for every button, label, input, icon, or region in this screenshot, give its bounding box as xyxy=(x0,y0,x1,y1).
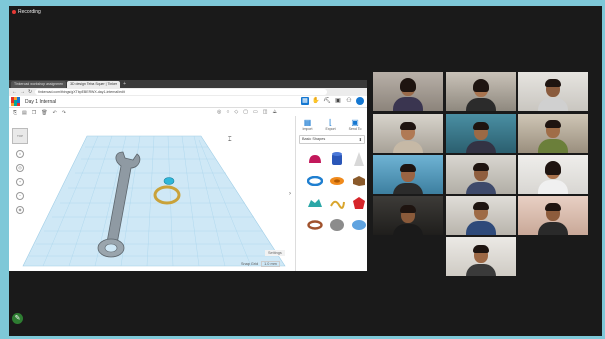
pickaxe-icon[interactable]: ⛏ xyxy=(323,97,331,105)
home-view-button[interactable]: ⌂ xyxy=(16,150,24,158)
shape-cylinder[interactable] xyxy=(328,148,346,170)
screen-share-window: Recording Tinkercad workshop assignmen 3… xyxy=(0,0,605,339)
recording-label: Recording xyxy=(18,9,41,15)
view-cube[interactable]: TOP xyxy=(12,128,28,144)
collapse-panel-icon[interactable]: › xyxy=(289,191,291,197)
browser-window: Tinkercad workshop assignmen 3D design T… xyxy=(9,80,367,271)
shape-star-box[interactable] xyxy=(350,170,367,192)
l-shape-icon: ⌊ xyxy=(328,118,333,127)
hand-icon[interactable]: ✋ xyxy=(312,97,320,105)
participant-tile[interactable] xyxy=(446,155,516,194)
send-to-tab[interactable]: ▣ Send To xyxy=(349,118,362,131)
fit-view-button[interactable]: ◎ xyxy=(16,164,24,172)
recording-indicator: Recording xyxy=(12,9,41,15)
shape-tube[interactable] xyxy=(328,170,346,192)
snap-grid-control: Snap Grid 1.0 mm xyxy=(241,261,280,267)
chevron-down-icon: ⬍ xyxy=(358,137,362,142)
participant-tile[interactable] xyxy=(373,196,443,235)
redo-icon[interactable]: ↷ xyxy=(62,110,66,116)
paste-icon[interactable]: ▤ xyxy=(22,110,27,116)
shape-grid xyxy=(306,148,367,236)
header-actions: ▦ ✋ ⛏ ▣ ⚇ xyxy=(301,97,364,105)
record-dot-icon xyxy=(12,10,16,14)
workplane-svg xyxy=(22,135,286,267)
import-label: Import xyxy=(302,127,313,131)
zoom-out-button[interactable]: − xyxy=(16,192,24,200)
browser-tab-assignment[interactable]: Tinkercad workshop assignmen xyxy=(11,81,67,88)
shape-gem[interactable] xyxy=(350,192,367,214)
participant-tile-active-speaker[interactable] xyxy=(446,72,516,111)
forward-icon[interactable]: → xyxy=(20,89,25,95)
url-field[interactable]: tinkercad.com/things/gXTbpEBERWX-day1-in… xyxy=(35,89,327,95)
participant-tile[interactable] xyxy=(373,72,443,111)
snap-grid-label: Snap Grid xyxy=(241,262,259,266)
participant-tile[interactable] xyxy=(373,155,443,194)
grid-view-icon[interactable]: ▦ xyxy=(301,97,309,105)
shape-category-value: Basic Shapes xyxy=(302,137,326,141)
participant-tile[interactable] xyxy=(518,114,588,153)
shape-category-select[interactable]: Basic Shapes ⬍ xyxy=(299,135,365,144)
send-to-label: Send To xyxy=(348,127,362,131)
browser-tab-tinkercad[interactable]: 3D design Teba Squer | Tinker xyxy=(67,81,121,88)
shapes-panel: ▦ Import ⌊ Export ▣ Send To Basic Shapes… xyxy=(295,116,367,271)
annotate-pen-icon[interactable]: ✎ xyxy=(12,313,23,324)
shape-cone[interactable] xyxy=(350,148,367,170)
shape-tools: ◎ ○ ◇ ▢ ▭ ◫ ⟁ xyxy=(217,109,277,115)
duplicate-icon[interactable]: ❐ xyxy=(32,110,36,116)
tinkercad-header: Day 1 Internal ▦ ✋ ⛏ ▣ ⚇ xyxy=(9,96,367,108)
shape-box-hole[interactable] xyxy=(306,148,324,170)
participant-tile[interactable] xyxy=(446,196,516,235)
notes-icon[interactable]: ◎ xyxy=(217,109,221,115)
export-label: Export xyxy=(325,127,336,131)
export-tab[interactable]: ⌊ Export xyxy=(325,118,335,131)
share-border-left xyxy=(0,0,9,339)
ungroup-icon[interactable]: ◫ xyxy=(263,109,268,115)
delete-icon[interactable]: 🗑 xyxy=(41,110,47,116)
design-title[interactable]: Day 1 Internal xyxy=(25,99,56,105)
snap-grid-select[interactable]: 1.0 mm xyxy=(261,261,280,267)
workplane-grid xyxy=(22,135,286,267)
undo-icon[interactable]: ↶ xyxy=(53,110,57,116)
workplane-viewport[interactable]: TOP ⌂ ◎ + − ◈ ⌶ › Settings Snap Grid 1.0… xyxy=(9,116,295,271)
participant-tile[interactable] xyxy=(446,114,516,153)
light-icon[interactable]: ○ xyxy=(226,109,229,115)
tinkercad-logo[interactable] xyxy=(11,97,20,106)
shape-sphere[interactable] xyxy=(350,214,367,236)
settings-button[interactable]: Settings xyxy=(265,250,285,256)
shape-torus[interactable] xyxy=(306,170,324,192)
send-icon: ▣ xyxy=(351,118,359,127)
mirror-icon[interactable]: ▭ xyxy=(253,109,258,115)
zoom-in-button[interactable]: + xyxy=(16,178,24,186)
group-icon[interactable]: ▢ xyxy=(243,109,248,115)
shape-ring[interactable] xyxy=(306,214,324,236)
flip-icon[interactable]: ⟁ xyxy=(272,109,276,115)
perspective-button[interactable]: ◈ xyxy=(16,206,24,214)
blocks-icon[interactable]: ▣ xyxy=(334,97,342,105)
view-controls: TOP ⌂ ◎ + − ◈ xyxy=(12,128,28,214)
back-icon[interactable]: ← xyxy=(12,89,17,95)
participant-tile[interactable] xyxy=(518,155,588,194)
copy-icon[interactable]: ⎘ xyxy=(13,110,17,116)
align-icon[interactable]: ◇ xyxy=(234,109,238,115)
shape-scribble[interactable] xyxy=(328,192,346,214)
share-border-top xyxy=(0,0,605,6)
avatar[interactable] xyxy=(356,97,364,105)
import-tab[interactable]: ▦ Import xyxy=(303,118,313,131)
mouse-cursor-icon: ⌶ xyxy=(228,137,232,143)
browser-tabstrip: Tinkercad workshop assignmen 3D design T… xyxy=(9,80,367,88)
participant-tile[interactable] xyxy=(373,114,443,153)
new-tab-button[interactable]: + xyxy=(121,81,128,88)
add-user-icon[interactable]: ⚇ xyxy=(345,97,353,105)
reload-icon[interactable]: ↻ xyxy=(28,89,32,95)
participant-tile[interactable] xyxy=(518,72,588,111)
address-bar-row: ← → ↻ tinkercad.com/things/gXTbpEBERWX-d… xyxy=(9,88,367,96)
shape-text[interactable] xyxy=(306,192,324,214)
participant-tile[interactable] xyxy=(446,237,516,276)
shape-knot[interactable] xyxy=(328,214,346,236)
participant-tile[interactable] xyxy=(518,196,588,235)
grid-icon: ▦ xyxy=(303,118,312,127)
panel-tabs: ▦ Import ⌊ Export ▣ Send To xyxy=(296,116,367,131)
